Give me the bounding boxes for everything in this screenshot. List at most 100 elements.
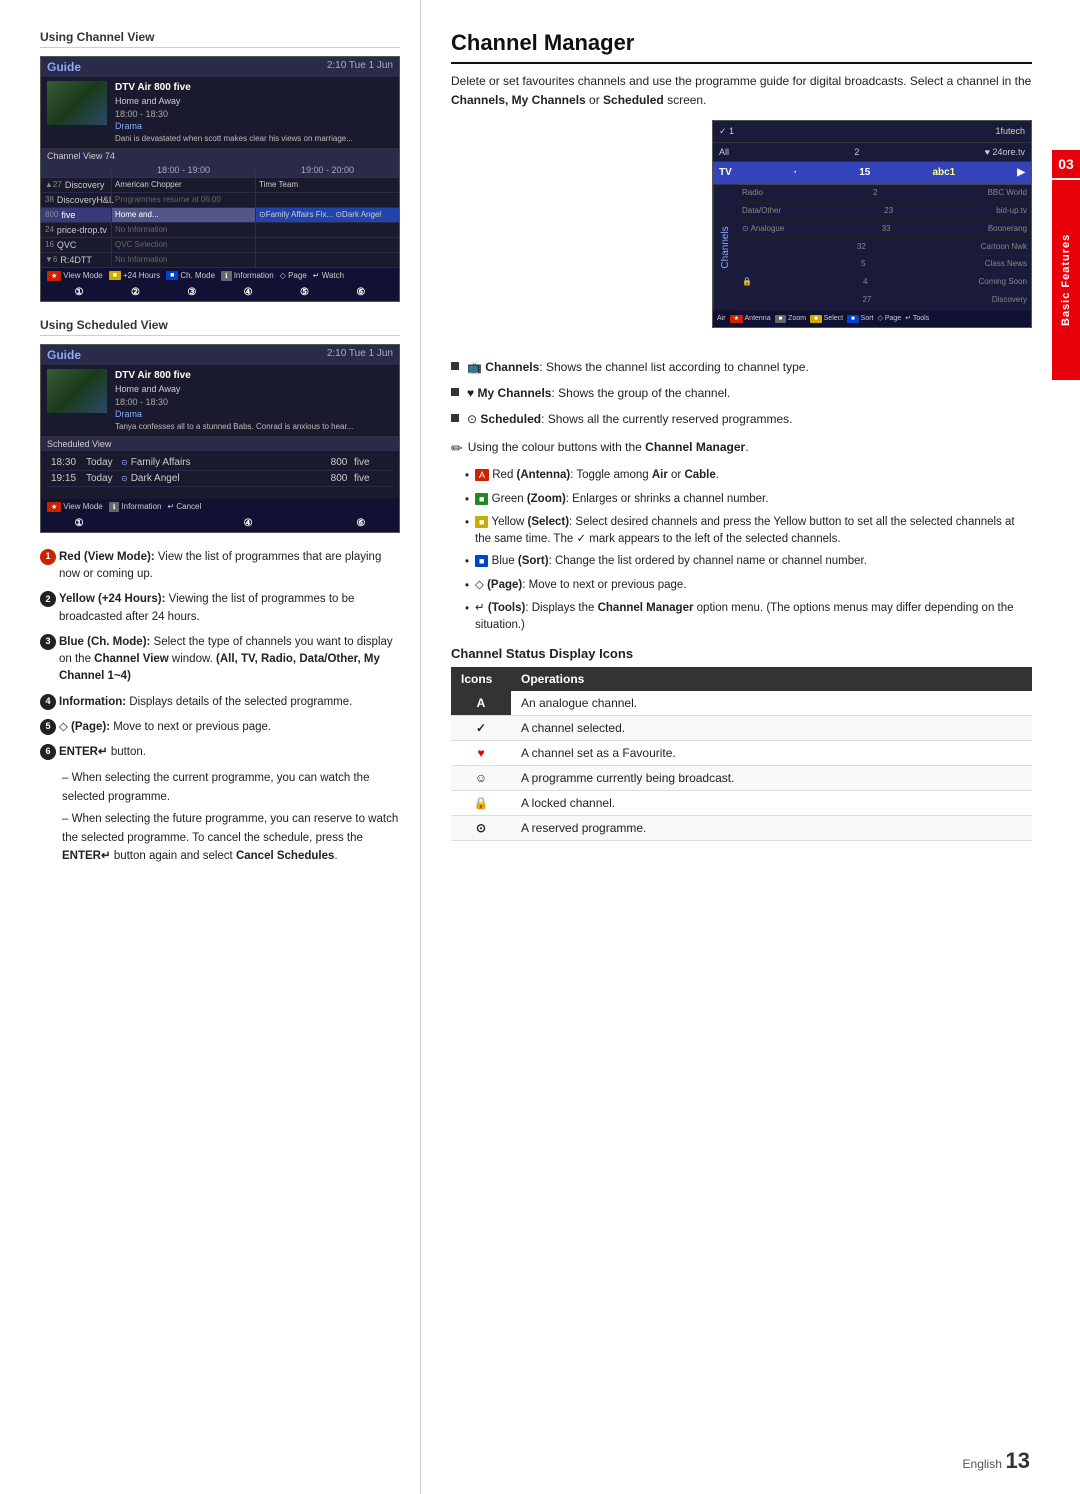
sched-name: five bbox=[354, 457, 389, 468]
guide-slot: QVC Selection bbox=[111, 238, 255, 252]
bullet-3: 3 Blue (Ch. Mode): Select the type of ch… bbox=[40, 634, 400, 686]
sub-bullet-tools-text: ↵ (Tools): Displays the Channel Manager … bbox=[475, 600, 1032, 635]
bullet-2: 2 Yellow (+24 Hours): Viewing the list o… bbox=[40, 591, 400, 626]
cm-tv-num: 15 bbox=[859, 165, 870, 181]
prog-title: DTV Air 800 five bbox=[115, 81, 353, 95]
guide-time-slot-2: 19:00 - 20:00 bbox=[255, 163, 399, 177]
pencil-note-text: Using the colour buttons with the Channe… bbox=[468, 440, 749, 454]
callout-5: ⑤ bbox=[300, 287, 309, 298]
prog-subtitle-2: Home and Away bbox=[115, 383, 353, 396]
btn-yellow-sub: ■ bbox=[475, 516, 488, 528]
callout-6: ⑥ bbox=[356, 287, 365, 298]
sched-day: Today bbox=[86, 473, 121, 484]
csd-col-operations: Operations bbox=[511, 667, 1032, 691]
guide-slot-highlighted: Home and... bbox=[111, 208, 255, 222]
sub-bullet-red: • A Red (Antenna): Toggle among Air or C… bbox=[465, 467, 1032, 485]
table-row: 🔒 A locked channel. bbox=[451, 791, 1032, 816]
guide-scheduled-label: Scheduled View bbox=[41, 437, 399, 451]
btn-white: ℹ bbox=[221, 271, 232, 281]
btn-yellow: ■ bbox=[109, 271, 121, 280]
csd-icon: ☺ bbox=[451, 766, 511, 791]
prog-subtitle: Home and Away bbox=[115, 95, 353, 108]
chapter-number: 03 bbox=[1052, 150, 1080, 178]
page-footer: English 13 bbox=[963, 1448, 1030, 1474]
cm-screen-header: ✓ 1 1futech bbox=[713, 121, 1031, 142]
callout-s1: ① bbox=[75, 518, 84, 529]
cm-ch-num: 4 bbox=[863, 276, 867, 289]
csd-icon: 🔒 bbox=[451, 791, 511, 816]
dot: • bbox=[465, 578, 469, 595]
csd-operation: An analogue channel. bbox=[511, 691, 1032, 716]
sub-bullet-page: • ◇ (Page): Move to next or previous pag… bbox=[465, 577, 1032, 595]
callout-row-2: ① ② ③ ④ ⑤ ⑥ bbox=[41, 515, 399, 532]
cm-ch-num: 32 bbox=[857, 241, 866, 254]
cm-channel-list: Radio 2 BBC World Data/Other 23 bid-up.t… bbox=[738, 185, 1031, 310]
csd-table: Icons Operations A An analogue channel. … bbox=[451, 667, 1032, 841]
guide-ch: 38DiscoveryH&L bbox=[41, 193, 111, 207]
guide-ch: ▲27Discovery bbox=[41, 178, 111, 192]
table-row: ▼6R:4DTT No Information bbox=[41, 253, 399, 268]
prog-title-2: DTV Air 800 five bbox=[115, 369, 353, 383]
bullet-5: 5 ◇ (Page): Move to next or previous pag… bbox=[40, 719, 400, 736]
table-row: 16QVC QVC Selection bbox=[41, 238, 399, 253]
cm-bullet-text-channels: 📺 Channels: Shows the channel list accor… bbox=[467, 358, 809, 376]
chapter-num-text: 03 bbox=[1058, 156, 1074, 172]
dot: • bbox=[465, 468, 469, 485]
cm-screen-inner: Channels Radio 2 BBC World Data/Other 23… bbox=[713, 185, 1031, 310]
guide-slot: Time Team bbox=[255, 178, 399, 192]
guide-slot bbox=[255, 238, 399, 252]
sub-bullet-yellow: • ■ Yellow (Select): Select desired chan… bbox=[465, 514, 1032, 549]
guide-info: DTV Air 800 five Home and Away 18:00 - 1… bbox=[115, 81, 353, 144]
channel-manager-title: Channel Manager bbox=[451, 30, 1032, 64]
table-row: 38DiscoveryH&L Programmes resume at 06:0… bbox=[41, 193, 399, 208]
table-row: 800five Home and... ⊙Family Affairs Fix.… bbox=[41, 208, 399, 223]
cm-sidebar-channels: Channels bbox=[713, 185, 738, 310]
left-column: Using Channel View Guide 2:10 Tue 1 Jun … bbox=[0, 0, 420, 1494]
cm-channel-row: Data/Other 23 bid-up.tv bbox=[738, 203, 1031, 221]
side-tab-label: Basic Features bbox=[1060, 234, 1072, 326]
prog-desc: Dani is devastated when scott makes clea… bbox=[115, 133, 353, 144]
cm-ch-icon: ⊙ Analogue bbox=[742, 223, 784, 236]
dot: • bbox=[465, 492, 469, 509]
cm-channel-row: 🔒 4 Coming Soon bbox=[738, 274, 1031, 292]
sched-time: 18:30 bbox=[51, 457, 86, 468]
csd-operation: A channel selected. bbox=[511, 716, 1032, 741]
btn-zoom: ■ bbox=[775, 315, 787, 323]
cm-channel-row: 5 Class News bbox=[738, 256, 1031, 274]
cm-tv-dot: · bbox=[794, 165, 797, 181]
bullet-num-2: 2 bbox=[40, 591, 56, 607]
cm-intro: Delete or set favourites channels and us… bbox=[451, 72, 1032, 344]
footer-item: ↵ Cancel bbox=[167, 502, 201, 512]
cm-channel-row: ⊙ Analogue 33 Boonerang bbox=[738, 221, 1031, 239]
guide-slots: No Information bbox=[111, 223, 399, 237]
cm-footer-antenna: ★ Antenna bbox=[730, 313, 771, 325]
guide-channel-view-label: Channel View 74 bbox=[41, 149, 399, 163]
csd-icon: A bbox=[451, 691, 511, 716]
guide-screen-channel-view: Guide 2:10 Tue 1 Jun DTV Air 800 five Ho… bbox=[40, 56, 400, 302]
cm-footer-select: ■ Select bbox=[810, 313, 843, 325]
sched-prog: ⊙Family Affairs bbox=[121, 457, 324, 468]
footer-item: ℹ Information bbox=[109, 502, 162, 512]
sub-bullet-green-text: ■ Green (Zoom): Enlarges or shrinks a ch… bbox=[475, 491, 768, 508]
guide-footer-2: ★ View Mode ℹ Information ↵ Cancel bbox=[41, 499, 399, 515]
cm-footer-tools: ↵ Tools bbox=[905, 313, 929, 324]
cm-col-type: Radio bbox=[742, 187, 763, 200]
bullet-text-4: Information: Displays details of the sel… bbox=[59, 694, 352, 711]
guide-thumbnail bbox=[47, 81, 107, 125]
bullet-text-3: Blue (Ch. Mode): Select the type of chan… bbox=[59, 634, 400, 686]
callout-s4: ④ bbox=[244, 518, 253, 529]
cm-tv-arrow: ▶ bbox=[1017, 165, 1025, 181]
footer-item: ■ +24 Hours bbox=[109, 271, 160, 281]
cm-screen: ✓ 1 1futech All 2 ♥ 24ore.tv TV · 15 abc… bbox=[712, 120, 1032, 328]
guide-slots: Home and... ⊙Family Affairs Fix... ⊙Dark… bbox=[111, 208, 399, 222]
callout-row: ① ② ③ ④ ⑤ ⑥ bbox=[41, 284, 399, 301]
enter-sub-1: – When selecting the current programme, … bbox=[62, 769, 400, 806]
guide-thumbnail-2 bbox=[47, 369, 107, 413]
pencil-icon: ✏ bbox=[451, 440, 463, 457]
cm-ch-num: 33 bbox=[882, 223, 891, 236]
csd-operation: A channel set as a Favourite. bbox=[511, 741, 1032, 766]
using-channel-view-title: Using Channel View bbox=[40, 30, 400, 48]
guide-header-2: Guide 2:10 Tue 1 Jun bbox=[41, 345, 399, 365]
bullet-1: 1 Red (View Mode): View the list of prog… bbox=[40, 549, 400, 584]
guide-preview: DTV Air 800 five Home and Away 18:00 - 1… bbox=[41, 77, 399, 149]
